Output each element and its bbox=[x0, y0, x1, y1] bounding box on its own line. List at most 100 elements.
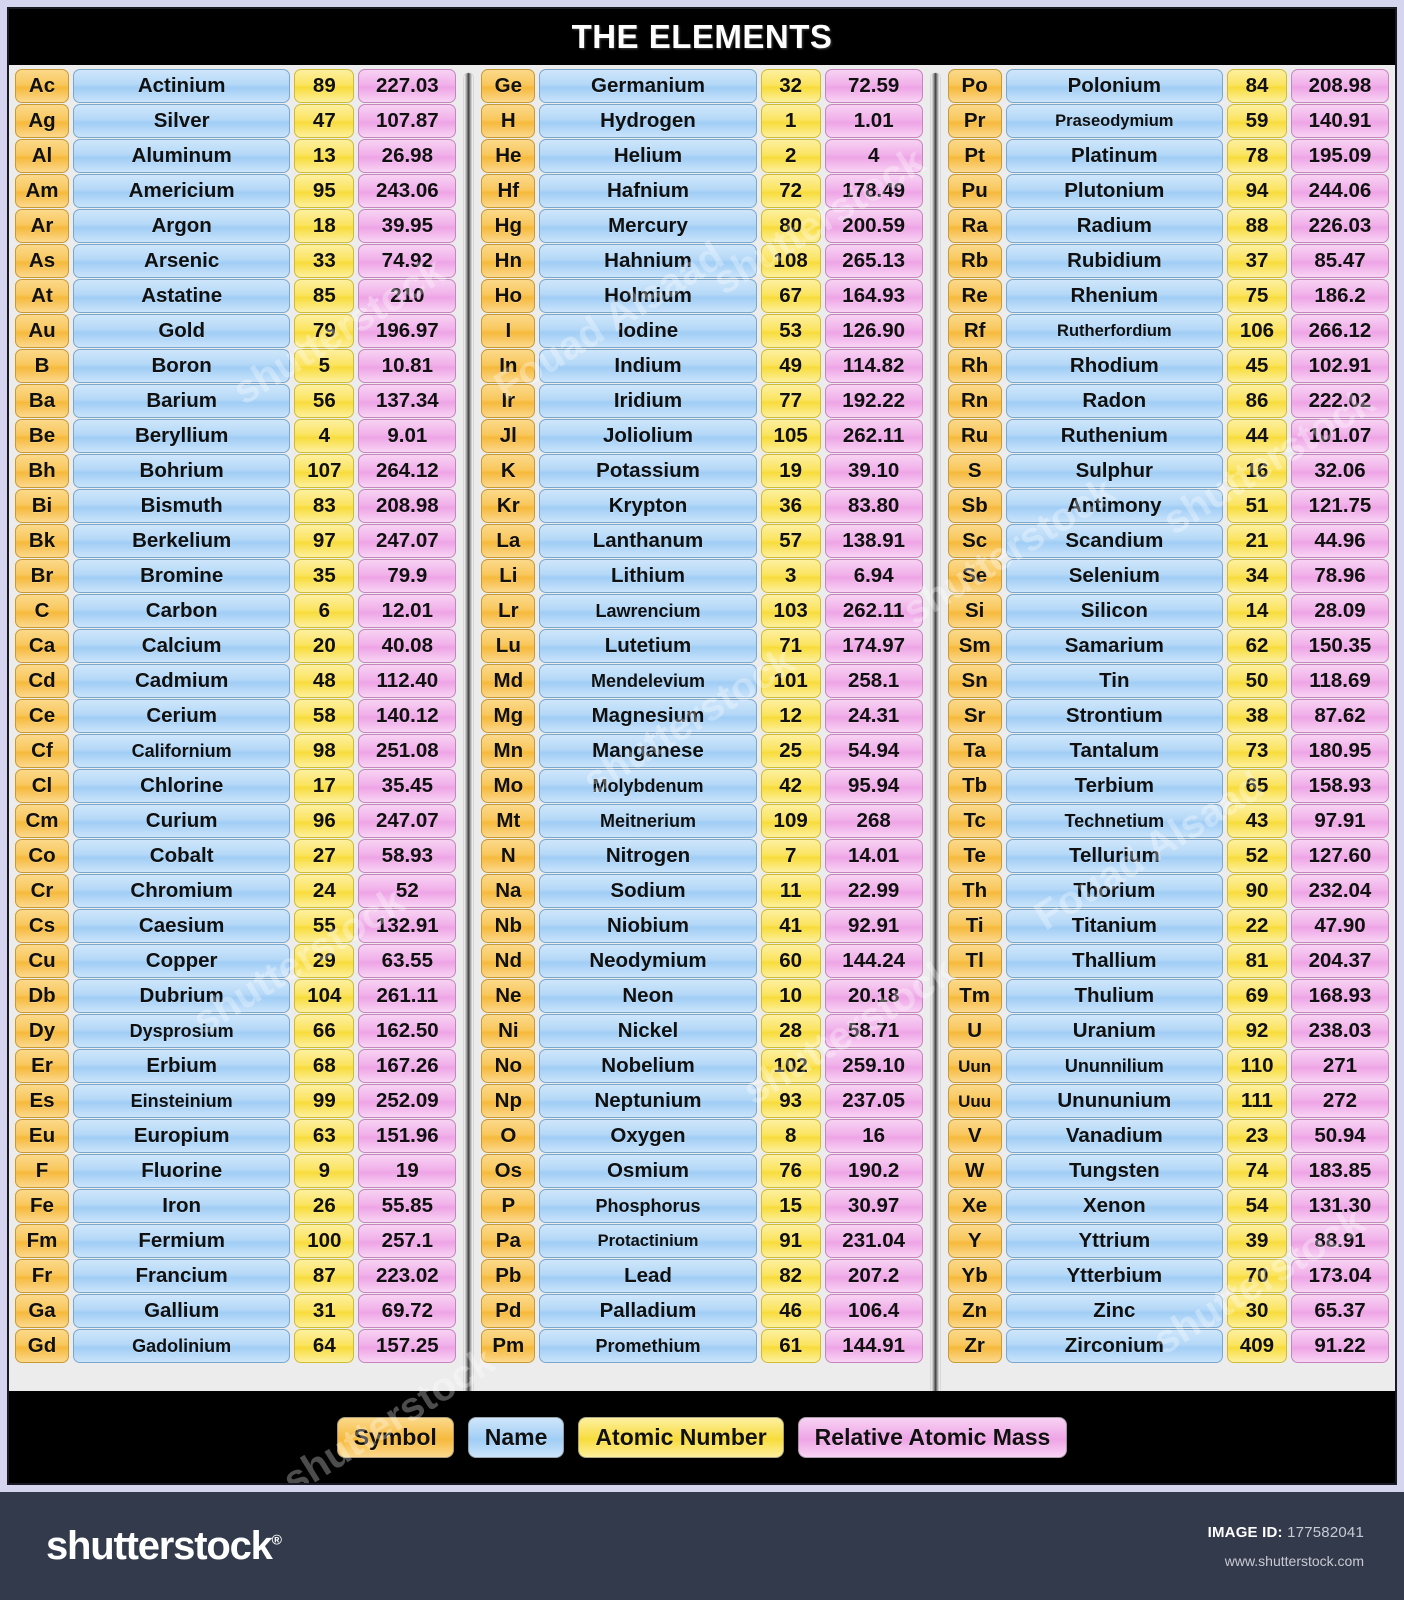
element-row[interactable]: V Vanadium 23 50.94 bbox=[947, 1119, 1389, 1153]
element-row[interactable]: Bi Bismuth 83 208.98 bbox=[15, 489, 457, 523]
element-row[interactable]: Bk Berkelium 97 247.07 bbox=[15, 524, 457, 558]
element-row[interactable]: Dy Dysprosium 66 162.50 bbox=[15, 1014, 457, 1048]
element-row[interactable]: Pb Lead 82 207.2 bbox=[481, 1259, 923, 1293]
element-row[interactable]: Be Beryllium 4 9.01 bbox=[15, 419, 457, 453]
element-row[interactable]: Hf Hafnium 72 178.49 bbox=[481, 174, 923, 208]
element-row[interactable]: K Potassium 19 39.10 bbox=[481, 454, 923, 488]
element-row[interactable]: Db Dubrium 104 261.11 bbox=[15, 979, 457, 1013]
element-row[interactable]: Sb Antimony 51 121.75 bbox=[947, 489, 1389, 523]
element-row[interactable]: Ru Ruthenium 44 101.07 bbox=[947, 419, 1389, 453]
element-row[interactable]: Zn Zinc 30 65.37 bbox=[947, 1294, 1389, 1328]
element-row[interactable]: Er Erbium 68 167.26 bbox=[15, 1049, 457, 1083]
element-row[interactable]: Ta Tantalum 73 180.95 bbox=[947, 734, 1389, 768]
element-row[interactable]: Mt Meitnerium 109 268 bbox=[481, 804, 923, 838]
element-row[interactable]: Cr Chromium 24 52 bbox=[15, 874, 457, 908]
element-row[interactable]: Fe Iron 26 55.85 bbox=[15, 1189, 457, 1223]
element-row[interactable]: Am Americium 95 243.06 bbox=[15, 174, 457, 208]
element-row[interactable]: Lu Lutetium 71 174.97 bbox=[481, 629, 923, 663]
element-row[interactable]: Gd Gadolinium 64 157.25 bbox=[15, 1329, 457, 1363]
element-row[interactable]: Ho Holmium 67 164.93 bbox=[481, 279, 923, 313]
element-row[interactable]: N Nitrogen 7 14.01 bbox=[481, 839, 923, 873]
element-row[interactable]: Pm Promethium 61 144.91 bbox=[481, 1329, 923, 1363]
element-row[interactable]: Sn Tin 50 118.69 bbox=[947, 664, 1389, 698]
element-row[interactable]: Ne Neon 10 20.18 bbox=[481, 979, 923, 1013]
element-row[interactable]: Ag Silver 47 107.87 bbox=[15, 104, 457, 138]
element-row[interactable]: Ar Argon 18 39.95 bbox=[15, 209, 457, 243]
element-row[interactable]: Yb Ytterbium 70 173.04 bbox=[947, 1259, 1389, 1293]
element-row[interactable]: Ac Actinium 89 227.03 bbox=[15, 69, 457, 103]
element-row[interactable]: No Nobelium 102 259.10 bbox=[481, 1049, 923, 1083]
element-row[interactable]: Te Tellurium 52 127.60 bbox=[947, 839, 1389, 873]
element-row[interactable]: Rn Radon 86 222.02 bbox=[947, 384, 1389, 418]
element-row[interactable]: Pr Praseodymium 59 140.91 bbox=[947, 104, 1389, 138]
element-row[interactable]: Mo Molybdenum 42 95.94 bbox=[481, 769, 923, 803]
element-row[interactable]: Nb Niobium 41 92.91 bbox=[481, 909, 923, 943]
element-row[interactable]: Rb Rubidium 37 85.47 bbox=[947, 244, 1389, 278]
element-row[interactable]: Ni Nickel 28 58.71 bbox=[481, 1014, 923, 1048]
element-row[interactable]: In Indium 49 114.82 bbox=[481, 349, 923, 383]
element-row[interactable]: Br Bromine 35 79.9 bbox=[15, 559, 457, 593]
element-row[interactable]: Fm Fermium 100 257.1 bbox=[15, 1224, 457, 1258]
element-row[interactable]: At Astatine 85 210 bbox=[15, 279, 457, 313]
element-row[interactable]: Cl Chlorine 17 35.45 bbox=[15, 769, 457, 803]
element-row[interactable]: Cu Copper 29 63.55 bbox=[15, 944, 457, 978]
element-row[interactable]: Md Mendelevium 101 258.1 bbox=[481, 664, 923, 698]
element-row[interactable]: S Sulphur 16 32.06 bbox=[947, 454, 1389, 488]
element-row[interactable]: Cs Caesium 55 132.91 bbox=[15, 909, 457, 943]
element-row[interactable]: Ce Cerium 58 140.12 bbox=[15, 699, 457, 733]
element-row[interactable]: Re Rhenium 75 186.2 bbox=[947, 279, 1389, 313]
element-row[interactable]: Cd Cadmium 48 112.40 bbox=[15, 664, 457, 698]
element-row[interactable]: U Uranium 92 238.03 bbox=[947, 1014, 1389, 1048]
element-row[interactable]: P Phosphorus 15 30.97 bbox=[481, 1189, 923, 1223]
element-row[interactable]: F Fluorine 9 19 bbox=[15, 1154, 457, 1188]
element-row[interactable]: Nd Neodymium 60 144.24 bbox=[481, 944, 923, 978]
element-row[interactable]: Se Selenium 34 78.96 bbox=[947, 559, 1389, 593]
element-row[interactable]: Uun Ununnilium 110 271 bbox=[947, 1049, 1389, 1083]
element-row[interactable]: Jl Joliolium 105 262.11 bbox=[481, 419, 923, 453]
element-row[interactable]: C Carbon 6 12.01 bbox=[15, 594, 457, 628]
element-row[interactable]: Xe Xenon 54 131.30 bbox=[947, 1189, 1389, 1223]
element-row[interactable]: Mn Manganese 25 54.94 bbox=[481, 734, 923, 768]
element-row[interactable]: Ga Gallium 31 69.72 bbox=[15, 1294, 457, 1328]
element-row[interactable]: He Helium 2 4 bbox=[481, 139, 923, 173]
element-row[interactable]: Th Thorium 90 232.04 bbox=[947, 874, 1389, 908]
element-row[interactable]: Cf Californium 98 251.08 bbox=[15, 734, 457, 768]
element-row[interactable]: La Lanthanum 57 138.91 bbox=[481, 524, 923, 558]
element-row[interactable]: Tm Thulium 69 168.93 bbox=[947, 979, 1389, 1013]
element-row[interactable]: Ba Barium 56 137.34 bbox=[15, 384, 457, 418]
element-row[interactable]: Co Cobalt 27 58.93 bbox=[15, 839, 457, 873]
element-row[interactable]: Pu Plutonium 94 244.06 bbox=[947, 174, 1389, 208]
element-row[interactable]: Si Silicon 14 28.09 bbox=[947, 594, 1389, 628]
element-row[interactable]: Au Gold 79 196.97 bbox=[15, 314, 457, 348]
element-row[interactable]: Hn Hahnium 108 265.13 bbox=[481, 244, 923, 278]
element-row[interactable]: Uuu Unununium 111 272 bbox=[947, 1084, 1389, 1118]
element-row[interactable]: Sc Scandium 21 44.96 bbox=[947, 524, 1389, 558]
element-row[interactable]: Al Aluminum 13 26.98 bbox=[15, 139, 457, 173]
element-row[interactable]: Po Polonium 84 208.98 bbox=[947, 69, 1389, 103]
element-row[interactable]: I Iodine 53 126.90 bbox=[481, 314, 923, 348]
element-row[interactable]: Ir Iridium 77 192.22 bbox=[481, 384, 923, 418]
element-row[interactable]: Es Einsteinium 99 252.09 bbox=[15, 1084, 457, 1118]
element-row[interactable]: Sr Strontium 38 87.62 bbox=[947, 699, 1389, 733]
element-row[interactable]: Ca Calcium 20 40.08 bbox=[15, 629, 457, 663]
element-row[interactable]: Hg Mercury 80 200.59 bbox=[481, 209, 923, 243]
element-row[interactable]: B Boron 5 10.81 bbox=[15, 349, 457, 383]
element-row[interactable]: Np Neptunium 93 237.05 bbox=[481, 1084, 923, 1118]
element-row[interactable]: Eu Europium 63 151.96 bbox=[15, 1119, 457, 1153]
element-row[interactable]: Bh Bohrium 107 264.12 bbox=[15, 454, 457, 488]
element-row[interactable]: W Tungsten 74 183.85 bbox=[947, 1154, 1389, 1188]
element-row[interactable]: Zr Zirconium 409 91.22 bbox=[947, 1329, 1389, 1363]
element-row[interactable]: H Hydrogen 1 1.01 bbox=[481, 104, 923, 138]
element-row[interactable]: Sm Samarium 62 150.35 bbox=[947, 629, 1389, 663]
element-row[interactable]: Mg Magnesium 12 24.31 bbox=[481, 699, 923, 733]
element-row[interactable]: Cm Curium 96 247.07 bbox=[15, 804, 457, 838]
element-row[interactable]: Tl Thallium 81 204.37 bbox=[947, 944, 1389, 978]
element-row[interactable]: Ra Radium 88 226.03 bbox=[947, 209, 1389, 243]
element-row[interactable]: Rh Rhodium 45 102.91 bbox=[947, 349, 1389, 383]
element-row[interactable]: Pd Palladium 46 106.4 bbox=[481, 1294, 923, 1328]
element-row[interactable]: As Arsenic 33 74.92 bbox=[15, 244, 457, 278]
element-row[interactable]: Kr Krypton 36 83.80 bbox=[481, 489, 923, 523]
element-row[interactable]: Tc Technetium 43 97.91 bbox=[947, 804, 1389, 838]
element-row[interactable]: Tb Terbium 65 158.93 bbox=[947, 769, 1389, 803]
element-row[interactable]: O Oxygen 8 16 bbox=[481, 1119, 923, 1153]
